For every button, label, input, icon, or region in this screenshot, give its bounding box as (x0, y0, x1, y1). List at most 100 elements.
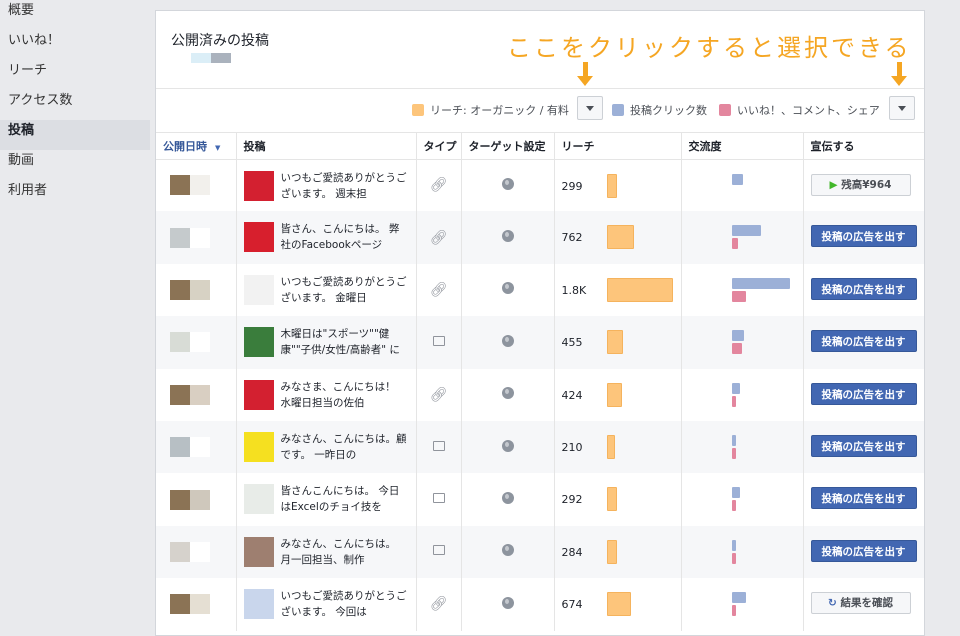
reach-bar (606, 434, 615, 459)
post-text-link[interactable]: 皆さん、こんにちは。 弊社のFacebookページ (281, 221, 409, 255)
published-posts-panel: 公開済みの投稿 リーチ: オーガニック / 有料 投稿クリック数 いいね！、コメ… (155, 10, 925, 636)
type-cell: 🔗︎ (416, 263, 462, 317)
album-icon (432, 545, 445, 556)
post-cell: みなさん、こんにちは。 月一回担当、制作 (236, 525, 417, 579)
album-icon (432, 440, 445, 451)
type-cell: 🔗︎ (416, 211, 462, 264)
post-thumbnail[interactable] (243, 589, 274, 620)
col-header-post: 投稿 (236, 133, 417, 160)
view-results-button[interactable]: ↻ 結果を確認 (810, 592, 911, 615)
table-row: 木曜日は"スポーツ""健康""子供/女性/高齢者" に 455 投稿の広告を出す (156, 316, 924, 369)
boost-post-button[interactable]: 投稿の広告を出す (810, 539, 917, 562)
sidebar-item-videos[interactable]: 動画 (0, 150, 150, 180)
reactions-bar (731, 290, 746, 302)
clicks-bar (731, 277, 790, 289)
post-text-link[interactable]: 皆さんこんにちは。 今日はExcelのチョイ技を (281, 483, 409, 517)
metric-legend-bar: リーチ: オーガニック / 有料 投稿クリック数 いいね！、コメント、シェア (156, 89, 924, 133)
engagement-metric-dropdown[interactable] (889, 96, 915, 120)
post-thumbnail[interactable] (243, 170, 274, 201)
type-cell (416, 420, 462, 474)
reactions-bar (731, 552, 736, 564)
engagement-cell (681, 263, 804, 317)
table-row: 皆さん、こんにちは。 弊社のFacebookページ 🔗︎ 762 投稿の広告を出す (156, 211, 924, 264)
reactions-bar (731, 447, 736, 459)
boost-post-button[interactable]: 投稿の広告を出す (810, 382, 917, 405)
reactions-bar (731, 395, 736, 407)
globe-icon (501, 282, 514, 295)
reactions-bar (731, 605, 737, 617)
post-thumbnail[interactable] (243, 222, 274, 253)
boost-post-button[interactable]: 投稿の広告を出す (810, 434, 917, 457)
clicks-bar (731, 592, 746, 604)
boost-post-button[interactable]: 投稿の広告を出す (810, 330, 917, 353)
post-text-link[interactable]: 木曜日は"スポーツ""健康""子供/女性/高齢者" に (281, 326, 409, 360)
targeting-cell (461, 159, 555, 212)
legend-reach: リーチ: オーガニック / 有料 (412, 102, 569, 118)
sidebar-item-posts[interactable]: 投稿 (0, 120, 150, 150)
balance-button[interactable]: ▶ 残高¥964 (810, 173, 911, 196)
post-thumbnail[interactable] (243, 274, 274, 305)
boost-post-button[interactable]: 投稿の広告を出す (810, 277, 917, 300)
link-icon: 🔗︎ (429, 386, 448, 403)
sidebar-item-people[interactable]: 利用者 (0, 180, 150, 210)
sidebar-item-reach[interactable]: リーチ (0, 60, 150, 90)
boost-post-button[interactable]: 投稿の広告を出す (810, 487, 917, 510)
results-label: 結果を確認 (840, 597, 893, 610)
reach-value: 762 (561, 231, 583, 245)
post-thumbnail[interactable] (243, 536, 274, 567)
post-cell: いつもご愛読ありがとうございます。 金曜日 (236, 263, 417, 317)
reach-value: 284 (561, 545, 583, 559)
table-row: いつもご愛読ありがとうございます。 金曜日 🔗︎ 1.8K 投稿の広告を出す (156, 263, 924, 317)
clicks-bar (731, 539, 737, 551)
post-text-link[interactable]: いつもご愛読ありがとうございます。 金曜日 (281, 274, 409, 308)
col-header-promote: 宣伝する (803, 133, 924, 160)
sidebar-item-likes[interactable]: いいね！ (0, 30, 150, 60)
post-text-link[interactable]: いつもご愛読ありがとうございます。 今回は (281, 588, 409, 622)
boost-post-button[interactable]: 投稿の広告を出す (810, 225, 917, 248)
post-text-link[interactable]: いつもご愛読ありがとうございます。 週末担 (281, 170, 409, 204)
post-thumbnail[interactable] (243, 484, 274, 515)
published-cell (156, 263, 237, 317)
post-cell: 皆さん、こんにちは。 弊社のFacebookページ (236, 211, 417, 264)
col-header-targeting: ターゲット設定 (461, 133, 555, 160)
col-header-reach: リーチ (554, 133, 682, 160)
col-header-published[interactable]: 公開日時 (156, 133, 237, 160)
legend-reactions: いいね！、コメント、シェア (719, 102, 880, 118)
reach-metric-dropdown[interactable] (577, 96, 603, 120)
play-icon: ▶ (829, 178, 842, 191)
panel-title: 公開済みの投稿 (171, 33, 269, 49)
post-thumbnail[interactable] (243, 431, 274, 462)
reach-cell: 674 (554, 578, 682, 631)
clicks-bar (731, 225, 761, 237)
post-cell: 皆さんこんにちは。 今日はExcelのチョイ技を (236, 473, 417, 526)
targeting-cell (461, 525, 555, 579)
globe-icon (501, 596, 514, 609)
engagement-cell (681, 420, 804, 474)
clicks-bar (731, 382, 740, 394)
sidebar-item-visits[interactable]: アクセス数 (0, 90, 150, 120)
promote-cell: 投稿の広告を出す (803, 525, 924, 579)
post-text-link[interactable]: みなさま、こんにちは！ 水曜日担当の佐伯 (281, 379, 409, 413)
targeting-cell (461, 263, 555, 317)
type-cell (416, 525, 462, 579)
promote-cell: 投稿の広告を出す (803, 368, 924, 421)
reactions-bar (731, 500, 737, 512)
reach-cell: 455 (554, 316, 682, 369)
published-cell (156, 368, 237, 421)
targeting-cell (461, 368, 555, 421)
table-row: いつもご愛読ありがとうございます。 今回は 🔗︎ 674 ↻ 結果を確認 (156, 578, 924, 631)
post-thumbnail[interactable] (243, 379, 274, 410)
reach-cell: 299 (554, 159, 682, 212)
legend-swatch-reactions (719, 104, 731, 116)
sidebar-item-overview[interactable]: 概要 (0, 0, 150, 30)
reach-bar (606, 330, 624, 355)
post-text-link[interactable]: みなさん、こんにちは。顧です。 一昨日の (281, 431, 409, 465)
engagement-cell (681, 368, 804, 421)
post-text-link[interactable]: みなさん、こんにちは。 月一回担当、制作 (281, 536, 409, 570)
post-cell: いつもご愛読ありがとうございます。 今回は (236, 578, 417, 631)
published-cell (156, 316, 237, 369)
refresh-icon: ↻ (828, 597, 841, 610)
post-thumbnail[interactable] (243, 327, 274, 358)
published-cell (156, 525, 237, 579)
globe-icon (501, 387, 514, 400)
